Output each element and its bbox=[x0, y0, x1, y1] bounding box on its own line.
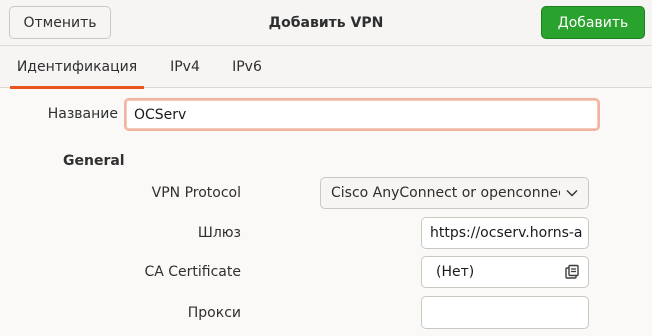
tab-identity[interactable]: Идентификация bbox=[10, 46, 144, 89]
name-label: Название bbox=[47, 106, 118, 122]
ca-certificate-value: (Нет) bbox=[436, 264, 475, 280]
section-general-title: General bbox=[63, 153, 125, 169]
cancel-button[interactable]: Отменить bbox=[9, 6, 111, 39]
name-field[interactable]: OCServ bbox=[124, 98, 600, 131]
vpn-protocol-value: Cisco AnyConnect or openconnect bbox=[331, 185, 560, 201]
tab-bar: Идентификация IPv4 IPv6 bbox=[0, 46, 652, 89]
chevron-down-icon bbox=[566, 189, 578, 197]
proxy-label: Прокси bbox=[187, 305, 241, 321]
document-open-icon[interactable] bbox=[564, 264, 580, 280]
ca-certificate-label: CA Certificate bbox=[144, 264, 241, 280]
vpn-protocol-label: VPN Protocol bbox=[151, 185, 241, 201]
gateway-field[interactable]: https://ocserv.horns-a bbox=[421, 217, 589, 249]
ca-certificate-chooser[interactable]: (Нет) bbox=[421, 256, 589, 288]
tab-ipv6[interactable]: IPv6 bbox=[222, 46, 272, 88]
dialog-header: Отменить Добавить VPN Добавить bbox=[0, 0, 652, 46]
add-button[interactable]: Добавить bbox=[541, 6, 645, 39]
vpn-protocol-select[interactable]: Cisco AnyConnect or openconnect bbox=[320, 177, 589, 209]
proxy-field[interactable] bbox=[421, 296, 589, 329]
tab-ipv4[interactable]: IPv4 bbox=[160, 46, 210, 88]
gateway-label: Шлюз bbox=[197, 225, 241, 241]
